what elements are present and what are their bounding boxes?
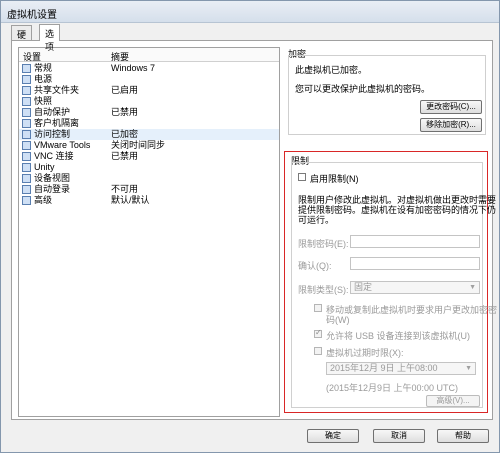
- chevron-down-icon: ▼: [469, 284, 476, 291]
- restriction-type-select[interactable]: 固定 ▼: [350, 281, 480, 294]
- encryption-box: 此虚拟机已加密。 您可以更改保护此虚拟机的密码。 更改密码(C)... 移除加密…: [288, 55, 486, 135]
- tab-options[interactable]: 选项: [39, 24, 61, 52]
- vnc-icon: [22, 152, 31, 161]
- column-setting: 设置: [23, 52, 42, 62]
- settings-row[interactable]: 常规 Windows 7: [19, 63, 279, 74]
- advanced-button[interactable]: 高级(V)...: [426, 395, 480, 407]
- settings-row-value: 不可用: [111, 184, 139, 194]
- vm-settings-window: 虚拟机设置 硬件 选项 设置 摘要 常规 Windows 7 电源共享文件夹 已启用快…: [0, 0, 500, 453]
- settings-row[interactable]: VMware Tools 关闭时间同步: [19, 140, 279, 151]
- settings-row-label: 自动保护: [34, 107, 71, 117]
- settings-row-label: VNC 连接: [34, 151, 74, 161]
- settings-row-value: 关闭时间同步: [111, 140, 166, 150]
- expiry-date-value: 2015年12月 9日 上午08:00: [330, 363, 438, 373]
- encryption-hint: 您可以更改保护此虚拟机的密码。: [295, 84, 431, 94]
- settings-row-label: 高级: [34, 195, 53, 205]
- restriction-password-input[interactable]: [350, 235, 480, 248]
- settings-row[interactable]: 自动登录 不可用: [19, 184, 279, 195]
- column-summary: 摘要: [111, 52, 130, 62]
- settings-row-label: 设备视图: [34, 173, 71, 183]
- settings-row-label: VMware Tools: [34, 140, 91, 150]
- window-title: 虚拟机设置: [7, 10, 57, 21]
- expiry-checkbox[interactable]: [314, 347, 322, 355]
- settings-row[interactable]: 访问控制 已加密: [19, 129, 279, 140]
- settings-row-value: Windows 7: [111, 63, 156, 73]
- settings-row-label: 客户机隔离: [34, 118, 80, 128]
- confirm-password-input[interactable]: [350, 257, 480, 270]
- settings-row[interactable]: 自动保护 已禁用: [19, 107, 279, 118]
- unity-icon: [22, 163, 31, 172]
- restrictions-group: 限制 启用限制(N) 限制用户修改此虚拟机。对虚拟机做出更改时需要 提供限制密码…: [284, 151, 497, 413]
- settings-row[interactable]: 快照: [19, 96, 279, 107]
- require-password-change-label-2: 码(W): [326, 315, 350, 325]
- settings-row-label: 自动登录: [34, 184, 71, 194]
- options-panel: 设置 摘要 常规 Windows 7 电源 共享文件夹 已启用 快照 自动保护 已禁用 客户机隔…: [11, 40, 497, 420]
- encryption-group: 加密 此虚拟机已加密。 您可以更改保护此虚拟机的密码。 更改密码(C)... 移…: [288, 47, 486, 137]
- settings-row-label: 电源: [34, 74, 53, 84]
- require-password-change-label-1: 移动或复制此虚拟机时要求用户更改加密密: [326, 305, 498, 315]
- snapshot-icon: [22, 97, 31, 106]
- settings-row[interactable]: 设备视图: [19, 173, 279, 184]
- restrictions-desc-3: 可运行。: [298, 215, 335, 225]
- allow-usb-checkbox[interactable]: [314, 328, 322, 338]
- autoprotect-icon: [22, 108, 31, 117]
- settings-row-label: 常规: [34, 63, 53, 73]
- settings-row[interactable]: Unity: [19, 162, 279, 173]
- title-bar: 虚拟机设置: [1, 1, 499, 23]
- require-password-change-checkbox[interactable]: [314, 304, 322, 312]
- restrictions-box: 启用限制(N) 限制用户修改此虚拟机。对虚拟机做出更改时需要 提供限制密码。虚拟…: [291, 162, 497, 408]
- settings-row-value: 已加密: [111, 129, 139, 139]
- general-icon: [22, 64, 31, 73]
- settings-row[interactable]: 客户机隔离: [19, 118, 279, 129]
- expiry-date-picker[interactable]: 2015年12月 9日 上午08:00 ▼: [326, 362, 476, 375]
- settings-list[interactable]: 设置 摘要 常规 Windows 7 电源 共享文件夹 已启用 快照 自动保护 已禁用 客户机隔…: [18, 47, 280, 417]
- settings-row-value: 已禁用: [111, 151, 139, 161]
- list-header: 设置 摘要: [19, 48, 279, 62]
- enable-restrictions-checkbox[interactable]: [298, 173, 306, 181]
- restriction-password-label: 限制密码(E):: [298, 239, 349, 249]
- calendar-dropdown-icon: ▼: [465, 365, 472, 372]
- guest-isolation-icon: [22, 119, 31, 128]
- expiry-date-utc: (2015年12月9日 上午00:00 UTC): [326, 383, 459, 393]
- tab-hardware[interactable]: 硬件: [11, 25, 33, 53]
- remove-encryption-button[interactable]: 移除加密(R)...: [420, 118, 482, 132]
- confirm-password-label: 确认(Q):: [298, 261, 332, 271]
- settings-row-value: 已禁用: [111, 107, 139, 117]
- help-button[interactable]: 帮助: [437, 429, 489, 443]
- settings-row-value: 默认/默认: [111, 195, 150, 205]
- settings-row[interactable]: 电源: [19, 74, 279, 85]
- allow-usb-label: 允许将 USB 设备连接到该虚拟机(U): [326, 331, 471, 341]
- advanced-icon: [22, 196, 31, 205]
- shared-folders-icon: [22, 86, 31, 95]
- vmware-tools-icon: [22, 141, 31, 150]
- encryption-status: 此虚拟机已加密。: [295, 65, 368, 75]
- settings-row-label: 访问控制: [34, 129, 71, 139]
- change-password-button[interactable]: 更改密码(C)...: [420, 100, 482, 114]
- autologin-icon: [22, 185, 31, 194]
- settings-row[interactable]: VNC 连接 已禁用: [19, 151, 279, 162]
- settings-row[interactable]: 共享文件夹 已启用: [19, 85, 279, 96]
- power-icon: [22, 75, 31, 84]
- expiry-label: 虚拟机过期时限(X):: [326, 348, 404, 358]
- settings-row-label: 快照: [34, 96, 53, 106]
- access-control-icon: [22, 130, 31, 139]
- cancel-button[interactable]: 取消: [373, 429, 425, 443]
- settings-row[interactable]: 高级 默认/默认: [19, 195, 279, 206]
- enable-restrictions-label[interactable]: 启用限制(N): [310, 172, 359, 185]
- settings-row-label: 共享文件夹: [34, 85, 80, 95]
- restriction-type-label: 限制类型(S):: [298, 285, 349, 295]
- settings-row-label: Unity: [34, 162, 55, 172]
- device-view-icon: [22, 174, 31, 183]
- restriction-type-value: 固定: [354, 282, 373, 292]
- ok-button[interactable]: 确定: [307, 429, 359, 443]
- settings-row-value: 已启用: [111, 85, 139, 95]
